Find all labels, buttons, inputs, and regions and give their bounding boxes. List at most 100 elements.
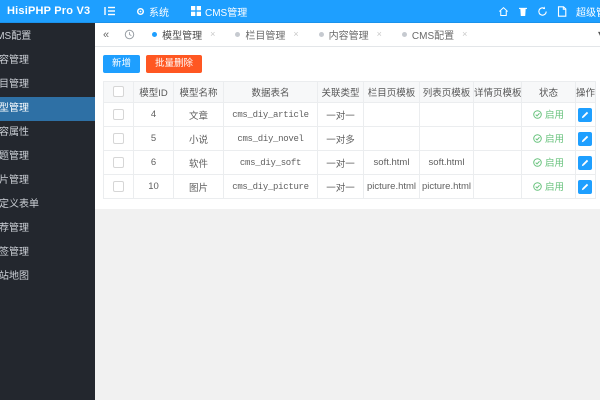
status-label: 启用	[544, 134, 564, 146]
check-circle-icon	[533, 109, 542, 119]
cell-list-template	[419, 126, 474, 151]
column-header[interactable]: 关联类型	[317, 81, 364, 103]
row-checkbox[interactable]	[113, 180, 124, 192]
status-badge[interactable]: 启用	[533, 179, 564, 193]
sidebar-item[interactable]: 推荐管理	[0, 217, 95, 241]
tab[interactable]: 内容管理 ×	[309, 23, 392, 47]
column-header[interactable]: 详情页模板	[473, 81, 522, 103]
add-button[interactable]: 新增	[103, 55, 141, 73]
row-checkbox[interactable]	[113, 132, 124, 144]
sidebar-item[interactable]: 内容属性	[0, 121, 95, 145]
cell-model-name: 小说	[173, 126, 224, 151]
file-icon[interactable]	[557, 5, 567, 17]
sidebar-toggle-button[interactable]	[95, 0, 125, 23]
sidebar-item[interactable]: 网站地图	[0, 265, 95, 289]
topnav-item-system[interactable]: 系统	[125, 0, 180, 23]
tab-label: 栏目管理	[245, 31, 286, 42]
trash-icon[interactable]	[518, 6, 528, 17]
edit-button[interactable]	[577, 155, 592, 170]
cell-relation-type: 一对多	[317, 126, 364, 151]
cell-relation-type: 一对一	[317, 150, 364, 175]
check-circle-icon	[533, 133, 542, 143]
content-card: 新增 批量删除 模型ID 模型名称 数据表名 关联类型 栏目页模板 列表页模板 详情页模板状…	[95, 47, 600, 209]
sidebar-item-label: 自定义表单	[0, 199, 39, 210]
cell-relation-type: 一对一	[317, 102, 364, 127]
tab-close-icon[interactable]: ×	[210, 30, 215, 39]
table-row: 6 软件 cms_diy_soft 一对一 soft.html soft.htm…	[103, 150, 596, 175]
tab-label: 模型管理	[162, 31, 203, 42]
status-label: 启用	[544, 182, 564, 194]
toolbar: 新增 批量删除	[103, 55, 596, 73]
tab-close-icon[interactable]: ×	[462, 30, 467, 39]
column-header[interactable]: 数据表名	[223, 81, 318, 103]
cell-detail-template	[473, 126, 522, 151]
batch-delete-button[interactable]: 批量删除	[146, 55, 203, 73]
table-row: 5 小说 cms_diy_novel 一对多 启用	[103, 126, 596, 151]
cell-model-id: 5	[133, 126, 174, 151]
row-checkbox[interactable]	[113, 156, 124, 168]
sidebar-item-label: 图片管理	[0, 175, 29, 186]
edit-button[interactable]	[577, 107, 592, 122]
status-badge[interactable]: 启用	[533, 155, 564, 169]
column-header[interactable]: 列表页模板	[419, 81, 474, 103]
model-table: 模型ID 模型名称 数据表名 关联类型 栏目页模板 列表页模板 详情页模板 状态 操作 4 文章…	[103, 81, 596, 199]
column-header[interactable]: 模型ID	[133, 81, 174, 103]
status-label: 启用	[544, 110, 564, 122]
sidebar-item[interactable]: 图片管理	[0, 169, 95, 193]
sidebar-item-label: 内容管理	[0, 55, 29, 66]
topbar: HisiPHP Pro V3 系统 CMS管理 超级管理员	[0, 0, 600, 23]
grid-icon	[191, 6, 201, 16]
row-checkbox[interactable]	[113, 108, 124, 120]
column-header[interactable]: 操作	[575, 81, 596, 103]
topnav-item-cms[interactable]: CMS管理	[180, 0, 258, 23]
status-label: 启用	[544, 158, 564, 170]
tab[interactable]: 模型管理 ×	[142, 23, 225, 47]
sidebar-item-label: 栏目管理	[0, 79, 29, 90]
sidebar-item-label: 专题管理	[0, 151, 29, 162]
topnav-item-label: CMS管理	[205, 7, 248, 19]
status-badge[interactable]: 启用	[533, 131, 564, 145]
cell-detail-template	[473, 174, 522, 199]
sidebar-item[interactable]: 栏目管理	[0, 73, 95, 97]
tab-label: CMS配置	[411, 31, 455, 42]
sidebar-item[interactable]: 内容管理	[0, 49, 95, 73]
column-header[interactable]: 模型名称	[173, 81, 224, 103]
sidebar-item[interactable]: CMS配置	[0, 25, 95, 49]
table-row: 4 文章 cms_diy_article 一对一 启用	[103, 102, 596, 127]
tab-dot-icon	[401, 32, 407, 37]
hamburger-icon	[104, 6, 116, 16]
tab-list: 模型管理 × 栏目管理 × 内容管理 × CMS配置 ×	[142, 23, 477, 47]
topnav-item-label: 系统	[149, 7, 169, 19]
column-header[interactable]: 栏目页模板	[363, 81, 420, 103]
sidebar-item-label: 标签管理	[0, 247, 29, 258]
home-icon[interactable]	[498, 6, 509, 17]
username[interactable]: 超级管理员	[576, 4, 600, 19]
dashboard-tab[interactable]	[117, 29, 142, 40]
sidebar-item[interactable]: 自定义表单	[0, 193, 95, 217]
cell-category-template	[363, 102, 420, 127]
tab-close-icon[interactable]: ×	[293, 30, 298, 39]
tab-dot-icon	[152, 32, 158, 37]
refresh-icon[interactable]	[537, 6, 548, 17]
cell-detail-template	[473, 150, 522, 175]
tab-close-icon[interactable]: ×	[377, 30, 382, 39]
tab-dot-icon	[318, 32, 324, 37]
sidebar-item[interactable]: 模型管理	[0, 97, 95, 121]
edit-button[interactable]	[577, 131, 592, 146]
tab-label: 内容管理	[328, 31, 369, 42]
select-all-checkbox[interactable]	[113, 86, 124, 98]
sidebar-item[interactable]: 专题管理	[0, 145, 95, 169]
table-row: 10 图片 cms_diy_picture 一对一 picture.html p…	[103, 174, 596, 199]
tab[interactable]: 栏目管理 ×	[225, 23, 308, 47]
collapse-tabs-icon[interactable]: «	[95, 29, 117, 41]
column-header[interactable]: 状态	[521, 81, 576, 103]
tabbar: « 模型管理 × 栏目管理 × 内容管理 × CMS配置 ×	[95, 23, 600, 47]
status-badge[interactable]: 启用	[533, 107, 564, 121]
sidebar-item-label: 网站地图	[0, 271, 29, 282]
sidebar-item[interactable]: 标签管理	[0, 241, 95, 265]
gear-icon	[136, 7, 145, 16]
edit-button[interactable]	[577, 179, 592, 194]
tab[interactable]: CMS配置 ×	[392, 23, 478, 47]
sidebar-item-label: 推荐管理	[0, 223, 29, 234]
app-logo: HisiPHP Pro V3	[7, 5, 91, 17]
